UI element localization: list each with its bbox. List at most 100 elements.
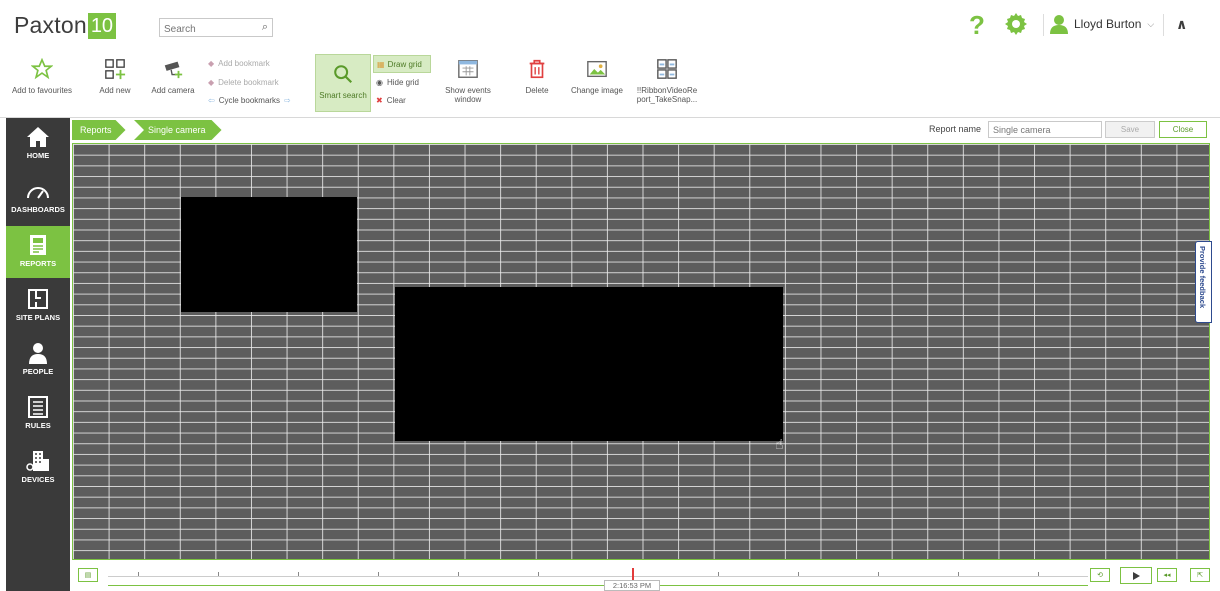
step-back-button[interactable]: ◂◂ <box>1157 568 1177 582</box>
sidebar-item-reports[interactable]: REPORTS <box>6 226 70 278</box>
paxton-logo[interactable]: Paxton 10 <box>14 12 117 39</box>
sidebar-item-dashboards[interactable]: DASHBOARDS <box>6 172 70 224</box>
hide-grid-button[interactable]: ◉ Hide grid <box>376 78 419 87</box>
rewind-icon: ⟲ <box>1097 572 1103 579</box>
save-button[interactable]: Save <box>1105 121 1155 138</box>
show-events-label-1: Show events <box>445 86 491 95</box>
report-icon <box>30 235 46 255</box>
trash-icon <box>529 59 545 79</box>
timeline-tick <box>378 572 379 576</box>
take-snapshot-label-2: port_TakeSnap... <box>636 95 698 104</box>
user-name: Lloyd Burton <box>1074 17 1142 31</box>
rewind-button[interactable]: ⟲ <box>1090 568 1110 582</box>
delete-bookmark-label: Delete bookmark <box>218 78 279 87</box>
header-divider <box>1163 14 1164 36</box>
sidebar-item-label: RULES <box>25 421 51 430</box>
timeline-axis <box>108 576 1088 577</box>
gear-icon[interactable] <box>1004 12 1028 36</box>
list-icon <box>28 396 48 418</box>
sidebar-item-rules[interactable]: RULES <box>6 388 70 440</box>
clear-button[interactable]: ✖ Clear <box>376 96 406 105</box>
timeline-tick <box>878 572 879 576</box>
floor-plan-icon <box>28 289 48 309</box>
take-snapshot-label-1: !!RibbonVideoRe <box>636 86 698 95</box>
add-bookmark-button[interactable]: ◆ Add bookmark <box>208 59 270 68</box>
video-timeline: ▤ 2:16:53 PM ⟲ ◂◂ ⇱ <box>72 562 1214 591</box>
add-bookmark-label: Add bookmark <box>218 59 270 68</box>
building-icon <box>26 451 49 471</box>
calendar-icon: ▤ <box>84 572 92 579</box>
timeline-tick <box>218 572 219 576</box>
app-header: Paxton 10 ⌕ ? Lloyd Burton ⌵ ∧ Add to fa… <box>0 0 1220 118</box>
image-icon <box>587 60 607 78</box>
provide-feedback-label: Provide feedback <box>1198 246 1207 309</box>
cycle-bookmarks-control[interactable]: ⇦ Cycle bookmarks ⇨ <box>208 96 291 105</box>
clear-label: Clear <box>386 96 406 105</box>
logo-word: Paxton <box>14 12 87 38</box>
close-button[interactable]: Close <box>1159 121 1207 138</box>
add-camera-button[interactable]: Add camera <box>147 50 199 114</box>
breadcrumb-reports[interactable]: Reports <box>72 120 126 140</box>
add-new-button[interactable]: Add new <box>93 50 137 114</box>
sidebar-item-label: SITE PLANS <box>15 313 61 322</box>
events-window-icon <box>458 60 478 78</box>
sidebar-item-people[interactable]: PEOPLE <box>6 334 70 386</box>
search-input[interactable] <box>160 21 250 38</box>
snapshot-icon <box>657 59 677 79</box>
help-icon[interactable]: ? <box>969 10 985 41</box>
draw-grid-label: Draw grid <box>387 59 422 69</box>
camera-video-feed[interactable]: ☝ <box>72 143 1210 560</box>
bookmark-add-icon: ◆ <box>208 59 215 68</box>
sidebar-item-home[interactable]: HOME <box>6 118 70 170</box>
step-icon: ◂◂ <box>1163 572 1171 579</box>
add-to-favourites-label: Add to favourites <box>11 86 73 95</box>
play-button[interactable] <box>1120 567 1152 584</box>
smart-search-button[interactable]: Smart search <box>315 54 371 112</box>
change-image-button[interactable]: Change image <box>568 50 626 114</box>
user-avatar-icon <box>1050 15 1068 34</box>
delete-label: Delete <box>525 86 549 95</box>
sidebar-item-site-plans[interactable]: SITE PLANS <box>6 280 70 332</box>
eye-icon: ◉ <box>376 78 383 87</box>
export-button[interactable]: ⇱ <box>1190 568 1210 582</box>
search-box[interactable]: ⌕ <box>159 18 273 38</box>
current-time-readout: 2:16:53 PM <box>604 580 660 591</box>
person-icon <box>29 343 47 364</box>
timeline-tick <box>298 572 299 576</box>
breadcrumb-single-camera[interactable]: Single camera <box>134 120 222 140</box>
add-new-label: Add new <box>99 86 131 95</box>
camera-icon <box>164 61 183 79</box>
clear-icon: ✖ <box>376 96 383 105</box>
report-name-label: Report name <box>929 124 982 134</box>
ribbon-toolbar: Add to favourites Add new Add camera ◆ A… <box>0 50 1220 116</box>
timeline-view-button[interactable]: ▤ <box>78 568 98 582</box>
arrow-right-icon[interactable]: ⇨ <box>284 96 291 105</box>
show-events-window-button[interactable]: Show events window <box>440 50 496 114</box>
add-to-favourites-button[interactable]: Add to favourites <box>10 50 74 114</box>
sidebar-item-label: PEOPLE <box>22 367 54 376</box>
report-name-input[interactable] <box>988 121 1102 138</box>
sidebar-item-devices[interactable]: DEVICES <box>6 442 70 494</box>
header-divider <box>1043 14 1044 36</box>
timeline-scrubber[interactable]: 2:16:53 PM <box>108 566 1088 591</box>
timeline-tick <box>458 572 459 576</box>
timeline-playhead[interactable] <box>632 568 634 580</box>
delete-button[interactable]: Delete <box>518 50 556 114</box>
search-icon[interactable]: ⌕ <box>262 21 268 34</box>
provide-feedback-tab[interactable]: Provide feedback <box>1195 241 1212 323</box>
arrow-left-icon[interactable]: ⇦ <box>208 96 215 105</box>
timeline-tick <box>138 572 139 576</box>
user-menu[interactable]: Lloyd Burton ⌵ <box>1050 14 1154 34</box>
take-snapshot-button[interactable]: !!RibbonVideoRe port_TakeSnap... <box>632 50 702 114</box>
timeline-tick <box>1038 572 1039 576</box>
export-icon: ⇱ <box>1197 572 1203 579</box>
collapse-ribbon-icon[interactable]: ∧ <box>1176 16 1187 33</box>
redacted-region <box>181 197 357 312</box>
draw-grid-button[interactable]: ▦ Draw grid <box>373 55 431 73</box>
magnifier-icon <box>334 65 353 84</box>
delete-bookmark-button[interactable]: ◆ Delete bookmark <box>208 78 279 87</box>
sidebar-item-label: HOME <box>26 151 50 160</box>
timeline-tick <box>538 572 539 576</box>
show-events-label-2: window <box>454 95 482 104</box>
sidebar-item-label: REPORTS <box>19 259 57 268</box>
